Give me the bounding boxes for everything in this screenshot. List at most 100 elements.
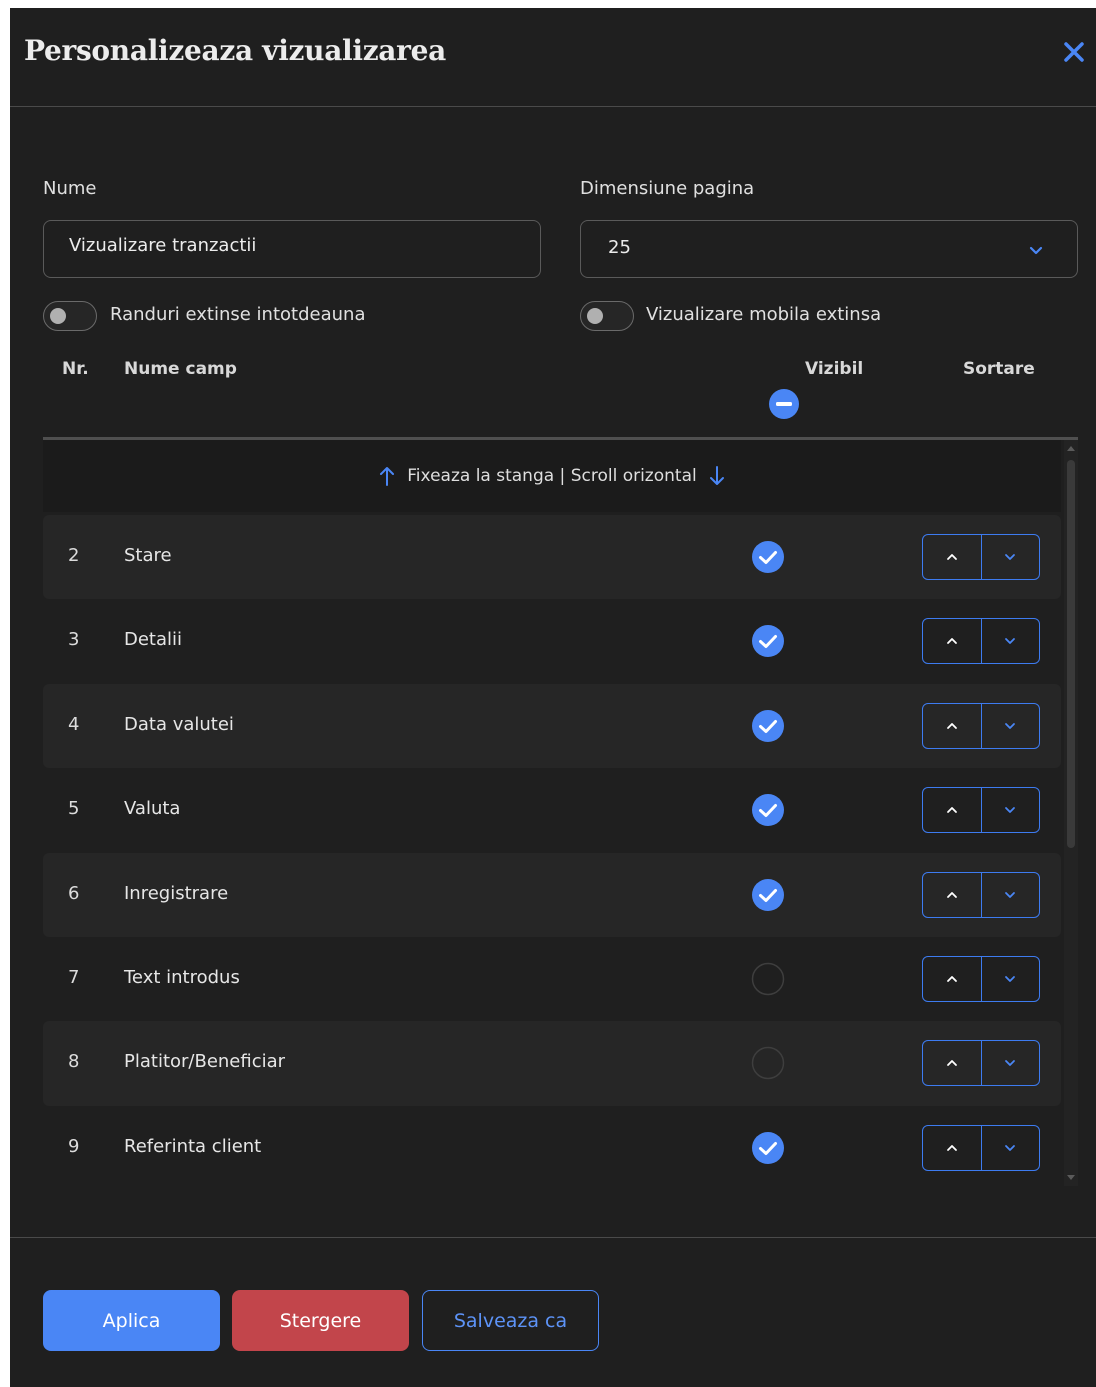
page-size-value: 25 bbox=[608, 237, 631, 258]
name-label: Nume bbox=[43, 178, 97, 199]
sort-buttons bbox=[922, 787, 1040, 834]
chevron-up-icon bbox=[946, 891, 957, 898]
sort-buttons bbox=[922, 1040, 1040, 1087]
chevron-down-icon bbox=[1029, 246, 1043, 255]
table-row: 5 Valuta bbox=[43, 768, 1061, 852]
toggle-all-visible-minus-icon[interactable] bbox=[768, 388, 800, 420]
table-row: 3 Detalii bbox=[43, 599, 1061, 683]
chevron-up-icon bbox=[946, 722, 957, 729]
row-number: 4 bbox=[68, 713, 80, 735]
delete-button[interactable]: Stergere bbox=[232, 1290, 409, 1351]
expanded-rows-toggle-label: Randuri extinse intotdeauna bbox=[110, 304, 366, 325]
table-row: 2 Stare bbox=[43, 515, 1061, 600]
chevron-up-icon bbox=[946, 807, 957, 814]
sort-buttons bbox=[922, 618, 1040, 665]
visible-checked-icon[interactable] bbox=[751, 540, 785, 574]
scroll-down-arrow-icon[interactable] bbox=[1067, 1175, 1075, 1180]
mobile-view-toggle-label: Vizualizare mobila extinsa bbox=[646, 304, 882, 325]
column-header-visible: Vizibil bbox=[805, 359, 864, 379]
dialog-title: Personalizeaza vizualizarea bbox=[24, 34, 446, 67]
sort-buttons bbox=[922, 702, 1040, 749]
arrow-down-icon[interactable] bbox=[709, 465, 725, 487]
field-name: Text introdus bbox=[124, 966, 240, 988]
name-input[interactable] bbox=[69, 235, 509, 256]
page-size-select[interactable]: 25 bbox=[580, 220, 1078, 278]
field-name: Detalii bbox=[124, 629, 183, 651]
footer-divider bbox=[10, 1237, 1096, 1238]
sort-up-button[interactable] bbox=[923, 873, 981, 917]
table-row: 4 Data valutei bbox=[43, 683, 1061, 769]
close-icon[interactable] bbox=[1060, 38, 1088, 66]
sort-down-button[interactable] bbox=[980, 1125, 1040, 1170]
row-number: 5 bbox=[68, 798, 80, 820]
sort-up-button[interactable] bbox=[923, 788, 981, 832]
chevron-up-icon bbox=[946, 638, 957, 645]
sort-up-button[interactable] bbox=[923, 535, 981, 579]
table-row: 9 Referinta client bbox=[43, 1106, 1061, 1190]
dialog-header: Personalizeaza vizualizarea bbox=[10, 8, 1096, 107]
toggle-knob bbox=[50, 308, 66, 324]
arrow-up-icon[interactable] bbox=[379, 465, 395, 487]
scroll-up-arrow-icon[interactable] bbox=[1067, 446, 1075, 451]
visible-checked-icon[interactable] bbox=[751, 793, 785, 827]
chevron-down-icon bbox=[1005, 807, 1016, 814]
field-name: Stare bbox=[124, 545, 172, 566]
chevron-down-icon bbox=[1005, 1060, 1016, 1067]
sort-down-button[interactable] bbox=[980, 535, 1040, 579]
chevron-down-icon bbox=[1005, 1144, 1016, 1151]
sort-up-button[interactable] bbox=[923, 1126, 981, 1170]
toggle-knob bbox=[587, 308, 603, 324]
sort-down-button[interactable] bbox=[980, 703, 1040, 748]
sort-down-button[interactable] bbox=[980, 788, 1040, 833]
field-name: Valuta bbox=[124, 798, 181, 820]
chevron-down-icon bbox=[1005, 554, 1016, 560]
field-name: Inregistrare bbox=[124, 882, 229, 904]
row-number: 3 bbox=[68, 629, 80, 651]
sort-buttons bbox=[922, 955, 1040, 1002]
row-number: 8 bbox=[68, 1051, 80, 1073]
chevron-down-icon bbox=[1005, 638, 1016, 645]
name-field-wrapper bbox=[43, 220, 541, 278]
field-name: Platitor/Beneficiar bbox=[124, 1051, 286, 1073]
table-row: 7 Text introdus bbox=[43, 937, 1061, 1021]
save-as-button[interactable]: Salveaza ca bbox=[422, 1290, 599, 1351]
sort-down-button[interactable] bbox=[980, 619, 1040, 664]
sort-up-button[interactable] bbox=[923, 619, 981, 663]
customize-view-dialog: Personalizeaza vizualizarea Nume Dimensi… bbox=[10, 8, 1096, 1387]
table-row: 8 Platitor/Beneficiar bbox=[43, 1021, 1061, 1106]
visible-checked-icon[interactable] bbox=[751, 878, 785, 912]
visible-checked-icon[interactable] bbox=[751, 1131, 785, 1165]
chevron-up-icon bbox=[946, 976, 957, 982]
column-header-sort: Sortare bbox=[963, 359, 1035, 379]
chevron-down-icon bbox=[1005, 891, 1016, 898]
pin-separator-text: Fixeaza la stanga | Scroll orizontal bbox=[407, 466, 697, 486]
row-number: 6 bbox=[68, 882, 80, 904]
sort-down-button[interactable] bbox=[980, 1041, 1040, 1086]
visible-unchecked-icon[interactable] bbox=[751, 1046, 785, 1080]
table-row: 6 Inregistrare bbox=[43, 852, 1061, 937]
page-size-label: Dimensiune pagina bbox=[580, 178, 755, 199]
sort-down-button[interactable] bbox=[980, 956, 1040, 1001]
column-header-nr: Nr. bbox=[62, 359, 89, 379]
apply-button[interactable]: Aplica bbox=[43, 1290, 220, 1351]
sort-down-button[interactable] bbox=[980, 872, 1040, 917]
visible-unchecked-icon[interactable] bbox=[751, 962, 785, 996]
mobile-view-toggle[interactable] bbox=[580, 301, 634, 331]
pin-separator-row: Fixeaza la stanga | Scroll orizontal bbox=[43, 440, 1061, 512]
row-number: 9 bbox=[68, 1135, 80, 1157]
sort-buttons bbox=[922, 871, 1040, 918]
field-list: 2 Stare 3 Detalii 4 Data valutei 5 Valuta 6 Inreg… bbox=[43, 515, 1061, 1190]
scrollbar[interactable] bbox=[1064, 440, 1078, 1186]
expanded-rows-toggle[interactable] bbox=[43, 301, 97, 331]
field-name: Referinta client bbox=[124, 1135, 262, 1157]
row-number: 7 bbox=[68, 966, 80, 988]
visible-checked-icon[interactable] bbox=[751, 624, 785, 658]
visible-checked-icon[interactable] bbox=[751, 709, 785, 743]
sort-up-button[interactable] bbox=[923, 957, 981, 1001]
sort-buttons bbox=[922, 1124, 1040, 1171]
scrollbar-thumb[interactable] bbox=[1067, 460, 1075, 848]
sort-up-button[interactable] bbox=[923, 1041, 981, 1085]
sort-up-button[interactable] bbox=[923, 704, 981, 748]
row-number: 2 bbox=[68, 545, 80, 566]
column-header-name: Nume camp bbox=[124, 359, 237, 379]
